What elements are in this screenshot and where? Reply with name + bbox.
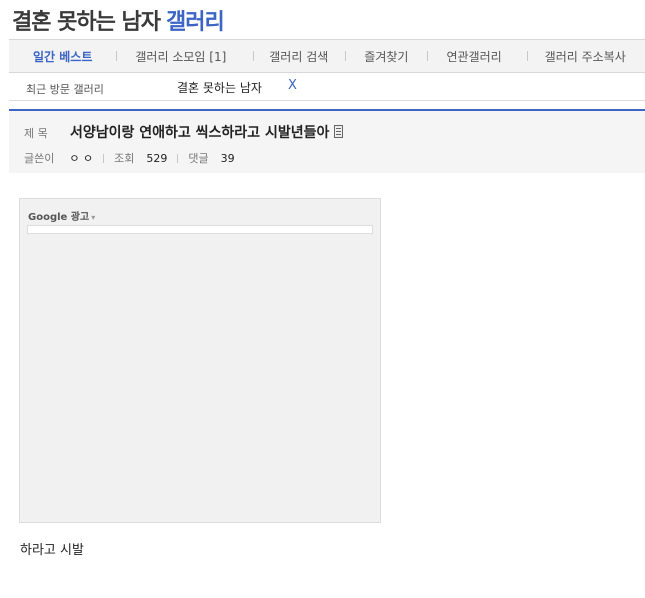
post-header: 제 목 서양남이랑 연애하고 씩스하라고 시발년들아 글쓴이 ㅇ ㅇ 조회 52… bbox=[9, 109, 645, 173]
nav-favorites[interactable]: 즐겨찾기 bbox=[364, 48, 408, 65]
ad-content-bar bbox=[27, 225, 373, 234]
google-ad-box[interactable]: Google 광고 ▾ bbox=[19, 198, 381, 523]
gallery-title[interactable]: 결혼 못하는 남자 갤러리 bbox=[12, 4, 225, 38]
nav-divider bbox=[427, 51, 429, 61]
views-label: 조회 bbox=[114, 152, 135, 165]
gallery-name: 결혼 못하는 남자 bbox=[12, 10, 161, 35]
nav-copy-address[interactable]: 갤러리 주소복사 bbox=[545, 48, 626, 65]
nav-divider bbox=[116, 51, 118, 61]
document-icon bbox=[334, 125, 344, 138]
gallery-suffix: 갤러리 bbox=[166, 10, 225, 35]
ad-label[interactable]: Google 광고 ▾ bbox=[28, 208, 95, 223]
post-title: 서양남이랑 연애하고 씩스하라고 시발년들아 bbox=[70, 122, 344, 142]
recent-galleries-bar: 최근 방문 갤러리 결혼 못하는 남자 X bbox=[9, 73, 645, 101]
gallery-nav: 일간 베스트 갤러리 소모임 [1] 갤러리 검색 즐겨찾기 연관갤러리 갤러리… bbox=[9, 39, 645, 73]
nav-divider bbox=[253, 51, 255, 61]
nav-divider bbox=[526, 51, 528, 61]
comments-label: 댓글 bbox=[188, 152, 209, 165]
post-body: 하라고 시발 bbox=[20, 543, 84, 558]
post-meta: 글쓴이 ㅇ ㅇ 조회 529 댓글 39 bbox=[24, 150, 235, 166]
chevron-down-icon: ▾ bbox=[91, 213, 96, 222]
ad-label-text: Google 광고 bbox=[28, 212, 90, 223]
recent-gallery-link[interactable]: 결혼 못하는 남자 bbox=[177, 79, 262, 96]
views-count: 529 bbox=[146, 151, 168, 165]
author-label: 글쓴이 bbox=[24, 152, 55, 165]
comments-count[interactable]: 39 bbox=[221, 152, 235, 165]
meta-divider bbox=[177, 153, 179, 163]
nav-related-galleries[interactable]: 연관갤러리 bbox=[446, 48, 501, 65]
meta-divider bbox=[103, 153, 105, 163]
nav-gallery-group[interactable]: 갤러리 소모임 [1] bbox=[135, 48, 226, 65]
nav-gallery-search[interactable]: 갤러리 검색 bbox=[269, 48, 328, 65]
recent-galleries-label: 최근 방문 갤러리 bbox=[26, 83, 104, 96]
nav-daily-best[interactable]: 일간 베스트 bbox=[33, 48, 92, 65]
subject-label: 제 목 bbox=[24, 127, 48, 140]
author-name[interactable]: ㅇ ㅇ bbox=[69, 150, 93, 166]
post-title-text: 서양남이랑 연애하고 씩스하라고 시발년들아 bbox=[70, 125, 330, 141]
nav-divider bbox=[345, 51, 347, 61]
close-icon[interactable]: X bbox=[288, 78, 297, 93]
